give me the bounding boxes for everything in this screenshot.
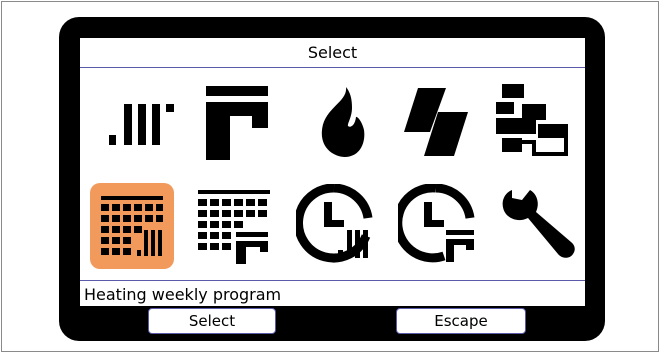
solar-panel-icon[interactable]: [396, 82, 476, 162]
network-icon[interactable]: [492, 82, 572, 162]
status-text: Heating weekly program: [84, 285, 282, 304]
tap-water-icon[interactable]: [198, 82, 278, 162]
heating-weekly-program-icon[interactable]: [90, 183, 174, 269]
wrench-icon[interactable]: [498, 184, 578, 264]
water-clock-icon[interactable]: [398, 184, 478, 264]
display-screen: Select Heating weekly program: [80, 38, 585, 306]
select-button[interactable]: Select: [148, 308, 276, 334]
flame-icon[interactable]: [300, 82, 380, 162]
title-divider: [80, 67, 585, 68]
screen-title: Select: [307, 43, 358, 62]
heating-clock-icon[interactable]: [296, 184, 376, 264]
radiator-icon[interactable]: [100, 82, 180, 162]
status-divider: [80, 280, 585, 281]
escape-button[interactable]: Escape: [396, 308, 526, 334]
water-weekly-program-icon[interactable]: [194, 186, 274, 266]
